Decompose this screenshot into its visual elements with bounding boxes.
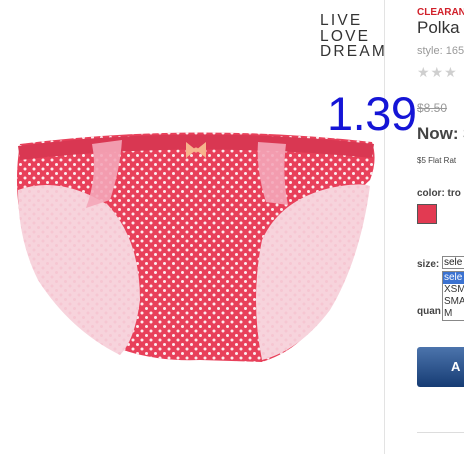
product-title: Polka [417,18,460,37]
product-image-panel: LIVE LOVE DREAM [0,0,387,454]
section-divider [417,432,464,433]
clearance-badge: CLEARANC [417,7,464,18]
size-option[interactable]: sele [443,272,464,284]
size-label: size: [417,259,440,270]
color-swatch[interactable] [417,204,437,224]
panel-divider [384,0,385,454]
now-label: Now: [417,124,459,143]
size-option[interactable]: SMA [443,296,464,308]
original-price: $8.50 [417,101,448,115]
sale-price: Now: $ [417,124,464,144]
product-image[interactable] [0,0,384,454]
logo-line-2: LOVE [320,27,371,45]
rating-stars[interactable]: ★★★ [417,64,458,81]
size-option[interactable]: XSM [443,284,464,296]
price-overlay: 1.39 [327,87,417,140]
logo-line-1: LIVE [320,12,363,29]
style-number: style: 165 [417,45,464,57]
quantity-label: quan [417,306,441,317]
brand-logo: LIVE LOVE DREAM [320,13,387,60]
size-dropdown-list[interactable]: sele XSM SMA M [442,271,464,321]
product-info-panel: CLEARANC Polka style: 165 ★★★ $8.50 Now:… [417,0,464,454]
logo-line-3: DREAM [320,43,387,60]
shipping-note: $5 Flat Rat [417,156,457,165]
size-option[interactable]: M [443,308,464,320]
color-label: color: tro [417,188,461,199]
add-to-bag-button[interactable]: A [417,347,464,387]
size-select[interactable]: sele [442,256,464,269]
